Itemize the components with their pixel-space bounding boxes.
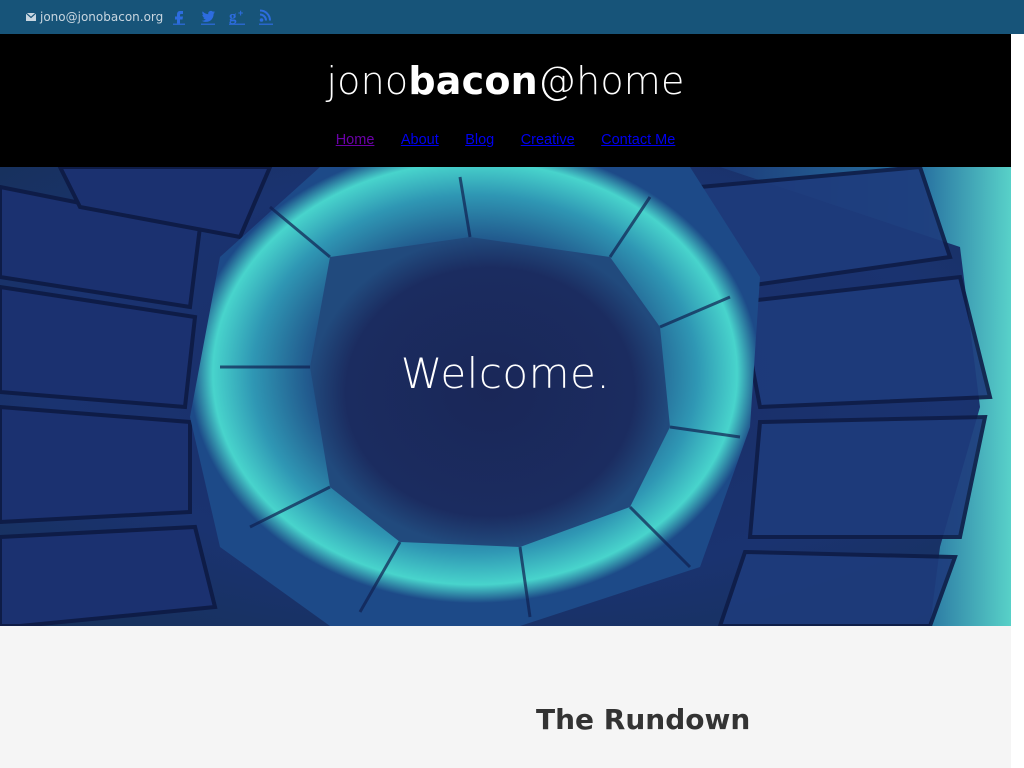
rss-icon[interactable] bbox=[257, 7, 275, 25]
envelope-icon bbox=[26, 13, 36, 21]
nav-about[interactable]: About bbox=[401, 130, 439, 150]
site-header: jonobacon@home Home About Blog Creative … bbox=[0, 34, 1024, 167]
svg-text:g: g bbox=[229, 9, 237, 25]
twitter-icon[interactable] bbox=[199, 7, 217, 25]
svg-text:+: + bbox=[238, 8, 243, 18]
main-content: The Rundown bbox=[0, 626, 1011, 768]
site-title-light: jono bbox=[326, 59, 409, 103]
top-bar: jono@jonobacon.org g + bbox=[0, 0, 1024, 34]
section-heading: The Rundown bbox=[536, 703, 751, 736]
main-nav: Home About Blog Creative Contact Me bbox=[0, 130, 1011, 150]
facebook-icon[interactable] bbox=[170, 7, 188, 25]
email-text: jono@jonobacon.org bbox=[40, 10, 164, 24]
nav-creative[interactable]: Creative bbox=[521, 130, 575, 150]
site-title-bold: bacon bbox=[408, 59, 538, 103]
site-title-suffix: @home bbox=[537, 59, 685, 103]
hero-title: Welcome. bbox=[400, 349, 611, 398]
google-plus-icon[interactable]: g + bbox=[228, 7, 246, 25]
nav-blog[interactable]: Blog bbox=[465, 130, 494, 150]
site-title[interactable]: jonobacon@home bbox=[0, 56, 1011, 106]
page-edge bbox=[1011, 34, 1024, 768]
nav-home[interactable]: Home bbox=[336, 130, 375, 150]
email-link[interactable]: jono@jonobacon.org bbox=[26, 9, 163, 25]
hero-banner: Welcome. bbox=[0, 167, 1011, 626]
nav-contact[interactable]: Contact Me bbox=[601, 130, 675, 150]
